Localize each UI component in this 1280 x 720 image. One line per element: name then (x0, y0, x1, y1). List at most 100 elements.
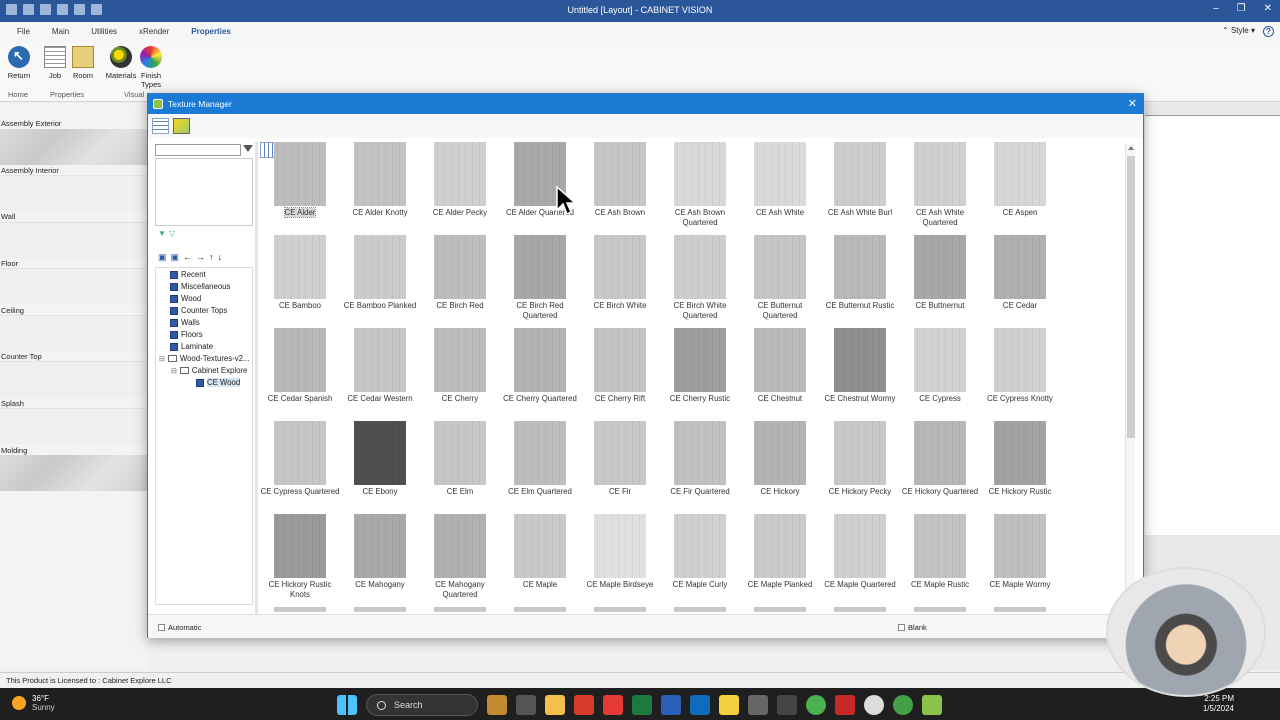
texture-tile[interactable]: CE Mahogany Quartered (420, 514, 500, 600)
texture-tile[interactable]: CE Butternut Rustic (820, 235, 900, 311)
taskbar-search[interactable]: Search (366, 694, 478, 716)
widgets-icon[interactable] (487, 695, 507, 715)
texture-tile-partial[interactable] (980, 607, 1060, 612)
texture-tile[interactable]: CE Ash Brown Quartered (660, 142, 740, 228)
help-icon[interactable]: ? (1263, 26, 1274, 37)
texture-tile[interactable]: CE Fir Quartered (660, 421, 740, 497)
texture-tile[interactable]: CE Hickory Rustic (980, 421, 1060, 497)
texture-tile-partial[interactable] (340, 607, 420, 612)
texture-tile[interactable]: CE Aspen (980, 142, 1060, 218)
texture-tile[interactable]: CE Chestnut Wormy (820, 328, 900, 404)
apply-filter-icon[interactable]: ▼ (158, 229, 166, 238)
texture-grid-scrollbar[interactable] (1125, 144, 1135, 609)
texture-tile[interactable]: CE Maple Quartered (820, 514, 900, 590)
texture-tile[interactable]: CE Butternut Quartered (740, 235, 820, 321)
texture-tile[interactable]: CE Alder (260, 142, 340, 218)
app-icon[interactable] (777, 695, 797, 715)
minimize-icon[interactable]: – (1213, 3, 1219, 14)
automatic-checkbox[interactable]: Automatic (158, 623, 201, 632)
collapse-icon[interactable]: ⊟ (159, 355, 165, 363)
splash-swatch[interactable] (0, 408, 148, 444)
style-menu[interactable]: ⌃ Style ▾ (1222, 26, 1255, 37)
app-red-icon[interactable] (574, 695, 594, 715)
excel-icon[interactable] (632, 695, 652, 715)
tree-item-ce-wood[interactable]: CE Wood (196, 378, 241, 387)
texture-tile[interactable]: CE Cedar (980, 235, 1060, 311)
sticky-notes-icon[interactable] (719, 695, 739, 715)
texture-tile[interactable]: CE Cedar Western (340, 328, 420, 404)
texture-tile[interactable]: CE Maple Birdseye (580, 514, 660, 590)
texture-tile[interactable]: CE Hickory Quartered (900, 421, 980, 497)
cabinet-vision-icon[interactable] (922, 695, 942, 715)
texture-tile[interactable]: CE Birch Red Quartered (500, 235, 580, 321)
texture-tile-partial[interactable] (740, 607, 820, 612)
arrow-up-icon[interactable]: ↑ (209, 252, 214, 263)
texture-tile[interactable]: CE Alder Knotty (340, 142, 420, 218)
restore-icon[interactable]: ❐ (1237, 3, 1246, 14)
clear-filter-icon[interactable]: ▽ (169, 229, 175, 238)
texture-tile[interactable]: CE Maple Wormy (980, 514, 1060, 590)
texture-tile[interactable]: CE Birch White (580, 235, 660, 311)
filter-input[interactable] (155, 144, 241, 156)
job-button[interactable]: Job (40, 46, 70, 80)
finish-types-button[interactable]: Finish Types (138, 46, 164, 89)
tree-item-floors[interactable]: Floors (170, 330, 203, 339)
arrow-right-icon[interactable]: → (196, 252, 205, 263)
texture-tile-partial[interactable] (820, 607, 900, 612)
counter-top-swatch[interactable] (0, 361, 148, 397)
texture-tile[interactable]: CE Cherry Rustic (660, 328, 740, 404)
outlook-icon[interactable] (690, 695, 710, 715)
texture-tile[interactable]: CE Buttnernut (900, 235, 980, 311)
system-tray-clock[interactable]: 2:25 PM 1/5/2024 (1203, 694, 1234, 714)
texture-tile[interactable]: CE Chestnut (740, 328, 820, 404)
dialog-close-icon[interactable]: ✕ (1128, 94, 1137, 114)
texture-tile-partial[interactable] (660, 607, 740, 612)
weather-widget[interactable]: 36°F Sunny (12, 694, 55, 712)
texture-tile[interactable]: CE Cherry (420, 328, 500, 404)
ceiling-swatch[interactable] (0, 315, 148, 351)
tab-properties[interactable]: Properties (180, 22, 242, 42)
texture-tile[interactable]: CE Birch Red (420, 235, 500, 311)
tab-utilities[interactable]: Utilities (80, 22, 128, 42)
app-dots-icon[interactable] (864, 695, 884, 715)
texture-tile[interactable]: CE Maple Curly (660, 514, 740, 590)
molding-swatch[interactable] (0, 455, 148, 491)
texture-tile-partial[interactable] (260, 607, 340, 612)
texture-tile[interactable]: CE Cherry Quartered (500, 328, 580, 404)
tree-item-laminate[interactable]: Laminate (170, 342, 213, 351)
texture-tile-partial[interactable] (500, 607, 580, 612)
tree-item-cabinet-explore[interactable]: ⊟ Cabinet Explore (171, 366, 247, 375)
task-view-icon[interactable] (516, 695, 536, 715)
tab-main[interactable]: Main (41, 22, 80, 42)
checkbox-box[interactable] (898, 624, 905, 631)
room-button[interactable]: Room (68, 46, 98, 80)
texture-tile[interactable]: CE Ash White Burl (820, 142, 900, 218)
texture-tile[interactable]: CE Hickory Rustic Knots (260, 514, 340, 600)
texture-tile[interactable]: CE Hickory (740, 421, 820, 497)
tree-item-miscellaneous[interactable]: Miscellaneous (170, 282, 230, 291)
texture-tile-partial[interactable] (420, 607, 500, 612)
texture-tile[interactable]: CE Fir (580, 421, 660, 497)
arrow-left-icon[interactable]: ← (183, 252, 192, 263)
texture-tile[interactable]: CE Bamboo (260, 235, 340, 311)
wall-swatch[interactable] (0, 222, 148, 258)
texture-tile[interactable]: CE Ebony (340, 421, 420, 497)
texture-tile[interactable]: CE Mahogany (340, 514, 420, 590)
scrollbar-thumb[interactable] (1127, 156, 1135, 438)
texture-tile[interactable]: CE Cypress (900, 328, 980, 404)
checkbox-box[interactable] (158, 624, 165, 631)
app-cad-icon[interactable] (603, 695, 623, 715)
chrome-profile-icon[interactable] (893, 695, 913, 715)
texture-tile[interactable]: CE Ash Brown (580, 142, 660, 218)
tree-item-wood[interactable]: Wood (170, 294, 201, 303)
scroll-up-icon[interactable] (1128, 146, 1134, 150)
filter-list[interactable] (155, 158, 253, 226)
add-folder-icon[interactable]: ▣ (158, 252, 167, 263)
texture-tile[interactable]: CE Cypress Quartered (260, 421, 340, 497)
texture-tile[interactable]: CE Maple (500, 514, 580, 590)
texture-tile[interactable]: CE Elm Quartered (500, 421, 580, 497)
tab-file[interactable]: File (6, 22, 41, 42)
list-view-icon[interactable] (152, 118, 169, 134)
texture-tile[interactable]: CE Birch White Quartered (660, 235, 740, 321)
chrome-icon[interactable] (806, 695, 826, 715)
